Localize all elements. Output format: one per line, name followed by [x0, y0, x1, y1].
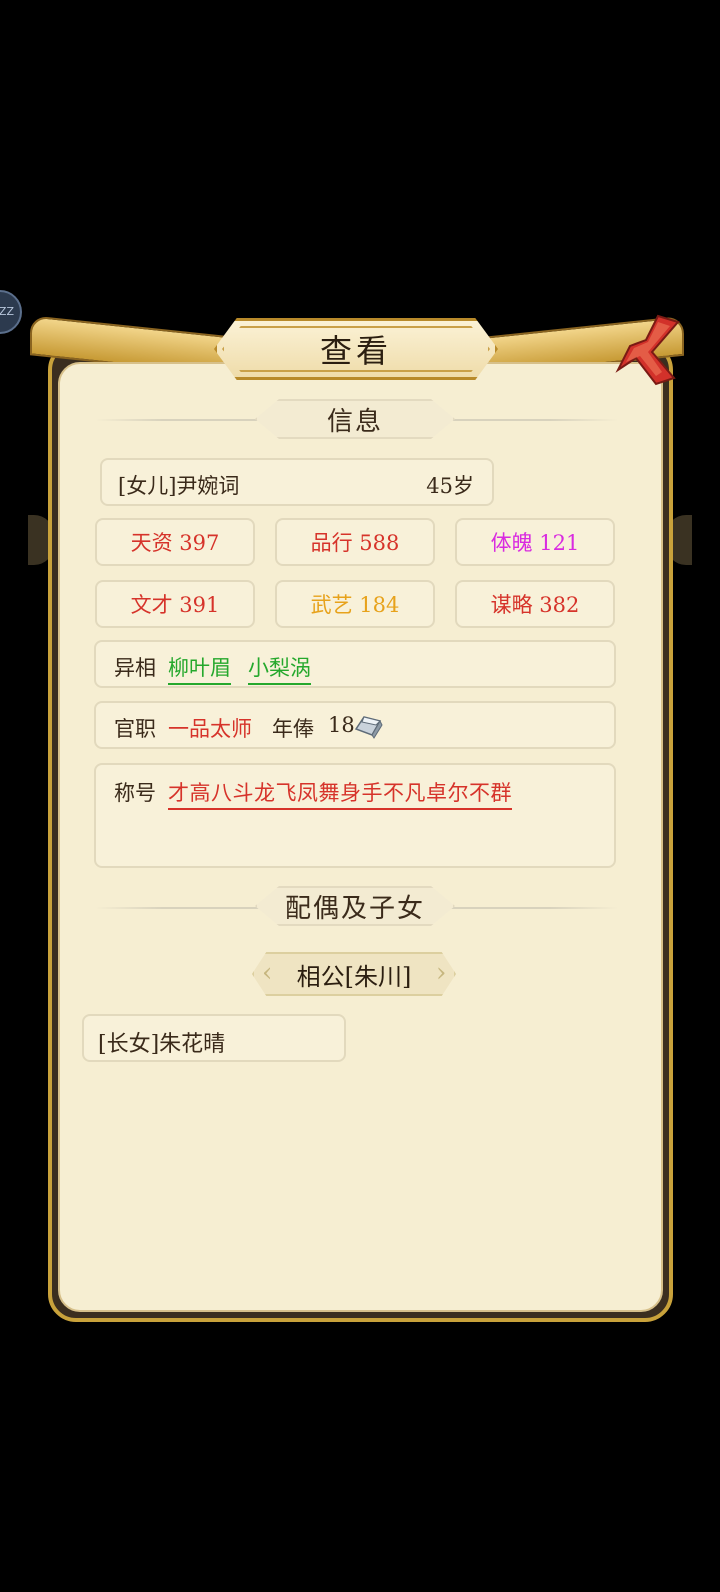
family-divider-left	[95, 905, 265, 911]
character-age: 45岁	[426, 474, 474, 498]
traits-row: 异相 柳叶眉 小梨涡	[94, 640, 616, 688]
child-name: [长女]朱花晴	[98, 1032, 226, 1057]
dialog-title: 查看	[214, 318, 498, 380]
bubble-text: ZZ	[0, 305, 14, 318]
info-divider-left	[95, 417, 265, 423]
character-name: [女儿]尹婉词	[118, 474, 240, 498]
stat-conduct-text: 品行 588	[310, 531, 400, 555]
floating-assist-bubble[interactable]: ZZ	[0, 290, 22, 334]
section-header-family: 配偶及子女	[255, 886, 455, 926]
info-divider-right	[448, 417, 618, 423]
office-rank: 一品太师	[168, 717, 252, 741]
salary-label: 年俸	[272, 717, 314, 741]
close-button[interactable]	[612, 312, 682, 388]
stat-physique-text: 体魄 121	[490, 531, 580, 555]
stat-literacy-text: 文才 391	[130, 593, 220, 617]
character-name-row: [女儿]尹婉词 45岁	[100, 458, 494, 506]
dialog-title-text: 查看	[319, 332, 392, 370]
stat-literacy: 文才 391	[95, 580, 255, 628]
office-label: 官职	[114, 717, 156, 741]
close-icon	[615, 314, 680, 386]
titles-label: 称号	[114, 781, 156, 805]
stat-strategy-text: 谋略 382	[490, 593, 580, 617]
section-header-info: 信息	[255, 399, 455, 439]
office-row: 官职 一品太师 年俸 18	[94, 701, 616, 749]
traits-label: 异相	[114, 656, 156, 680]
stat-aptitude: 天资 397	[95, 518, 255, 566]
chevron-left-icon: ‹	[262, 958, 273, 988]
stat-aptitude-text: 天资 397	[130, 531, 220, 555]
section-header-family-text: 配偶及子女	[284, 893, 425, 924]
section-header-info-text: 信息	[326, 406, 383, 437]
stat-physique: 体魄 121	[455, 518, 615, 566]
stat-martial-text: 武艺 184	[310, 593, 400, 617]
titles-box: 称号 才高八斗龙飞凤舞身手不凡卓尔不群	[94, 763, 616, 868]
spouse-label: 相公[朱川]	[296, 962, 412, 991]
trait-item[interactable]: 小梨涡	[248, 652, 311, 685]
family-divider-right	[448, 905, 618, 911]
stat-strategy: 谋略 382	[455, 580, 615, 628]
silver-ingot-icon	[352, 709, 384, 746]
stat-martial: 武艺 184	[275, 580, 435, 628]
trait-item[interactable]: 柳叶眉	[168, 652, 231, 685]
titles-value[interactable]: 才高八斗龙飞凤舞身手不凡卓尔不群	[168, 777, 512, 810]
child-item[interactable]: [长女]朱花晴	[82, 1014, 346, 1062]
chevron-right-icon: ›	[436, 958, 447, 988]
salary-value: 18	[328, 713, 355, 737]
stat-conduct: 品行 588	[275, 518, 435, 566]
spouse-tab[interactable]: 相公[朱川]	[252, 952, 456, 996]
